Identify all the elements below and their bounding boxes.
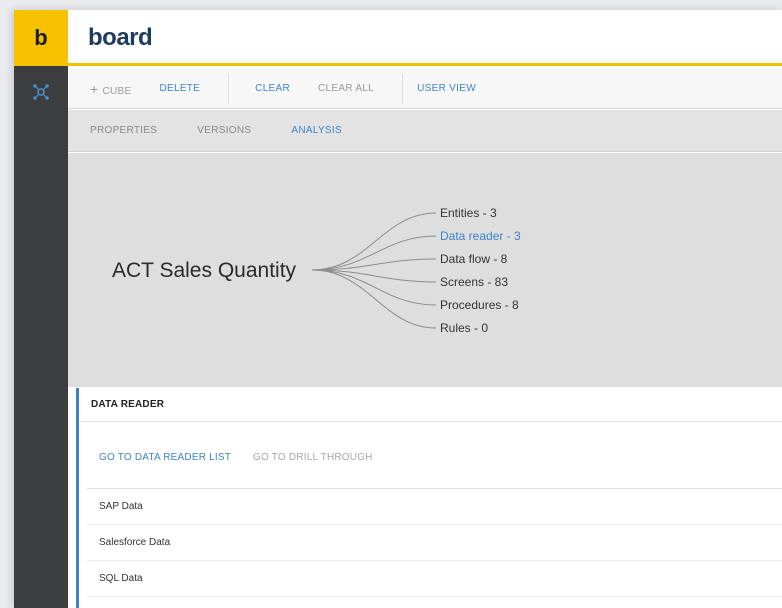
toolbar-divider xyxy=(228,73,230,104)
data-reader-list: SAP Data Salesforce Data SQL Data xyxy=(87,488,782,597)
tab-bar: PROPERTIES VERSIONS ANALYSIS xyxy=(68,110,782,152)
clear-all-button[interactable]: CLEAR ALL xyxy=(318,83,374,94)
app-logo[interactable]: b xyxy=(14,10,68,66)
branch-procedures[interactable]: Procedures - 8 xyxy=(440,298,519,312)
add-cube-button[interactable]: + CUBE xyxy=(90,81,131,97)
branch-screens[interactable]: Screens - 83 xyxy=(440,275,508,289)
clear-button[interactable]: CLEAR xyxy=(255,83,290,94)
branch-rules[interactable]: Rules - 0 xyxy=(440,321,488,335)
brand-wordmark[interactable]: board xyxy=(88,24,153,52)
branch-line xyxy=(311,269,437,329)
tab-analysis[interactable]: ANALYSIS xyxy=(291,125,342,136)
app-window: b board + CUBE DELETE CLEAR CLEAR ALL USE… xyxy=(14,10,782,608)
panel-header: DATA READER xyxy=(79,388,782,422)
branch-data-reader[interactable]: Data reader - 3 xyxy=(440,229,521,243)
app-header: board xyxy=(68,10,782,66)
left-rail: b xyxy=(14,10,68,608)
delete-button[interactable]: DELETE xyxy=(159,83,200,94)
logo-letter: b xyxy=(34,25,48,50)
panel-title: DATA READER xyxy=(91,399,165,410)
tab-properties[interactable]: PROPERTIES xyxy=(90,125,157,136)
toolbar: + CUBE DELETE CLEAR CLEAR ALL USER VIEW xyxy=(68,69,782,109)
branch-data-flow[interactable]: Data flow - 8 xyxy=(440,252,507,266)
branch-entities[interactable]: Entities - 3 xyxy=(440,206,497,220)
go-to-drill-through-link[interactable]: GO TO DRILL THROUGH xyxy=(253,452,373,463)
panel-links: GO TO DATA READER LIST GO TO DRILL THROU… xyxy=(99,452,395,463)
branch-line xyxy=(311,212,437,271)
go-to-data-reader-list-link[interactable]: GO TO DATA READER LIST xyxy=(99,452,231,463)
plus-icon: + xyxy=(90,80,99,97)
data-reader-panel: DATA READER GO TO DATA READER LIST GO TO… xyxy=(76,388,782,608)
add-cube-label: CUBE xyxy=(102,85,132,97)
cube-network-icon[interactable] xyxy=(31,82,51,102)
entity-title: ACT Sales Quantity xyxy=(112,259,297,282)
list-item[interactable]: Salesforce Data xyxy=(87,525,782,561)
list-item[interactable]: SQL Data xyxy=(87,561,782,597)
list-item[interactable]: SAP Data xyxy=(87,489,782,525)
tab-versions[interactable]: VERSIONS xyxy=(197,125,251,136)
user-view-button[interactable]: USER VIEW xyxy=(417,83,476,94)
analysis-area: ACT Sales Quantity Entities - 3 Data rea… xyxy=(68,153,782,387)
branch-line xyxy=(311,269,437,306)
toolbar-divider xyxy=(402,73,404,104)
